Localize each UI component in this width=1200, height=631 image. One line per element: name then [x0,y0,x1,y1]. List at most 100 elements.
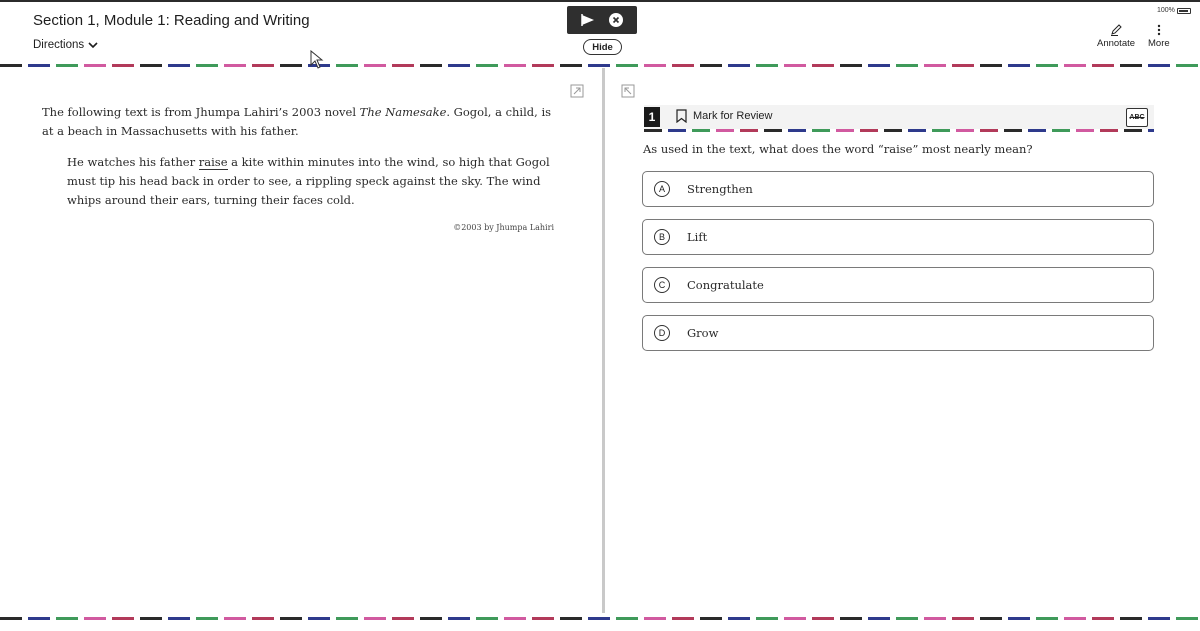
dash-segment [1064,64,1086,67]
dash-segment [868,64,890,67]
choice-a[interactable]: A Strengthen [642,171,1154,207]
dash-segment [420,617,442,620]
dash-segment [84,64,106,67]
dash-segment [980,617,1002,620]
dash-segment [28,64,50,67]
chevron-down-icon [88,42,98,49]
header-divider [0,64,1198,67]
expand-left-pane-icon[interactable] [570,84,584,98]
flag-icon[interactable] [581,14,595,26]
dash-segment [588,64,610,67]
dash-segment [168,617,190,620]
dash-segment [588,617,610,620]
dash-segment [812,64,834,67]
dash-segment [84,617,106,620]
dash-segment [764,129,782,132]
dash-segment [392,64,414,67]
dash-segment [504,64,526,67]
dash-segment [980,129,998,132]
dash-segment [1148,64,1170,67]
dash-segment [336,617,358,620]
dash-segment [560,64,582,67]
choice-d[interactable]: D Grow [642,315,1154,351]
passage-quote: He watches his father raise a kite withi… [67,155,550,207]
dash-segment [532,64,554,67]
dash-segment [980,64,1002,67]
passage-intro: The following text is from Jhumpa Lahiri… [42,105,552,138]
annotate-button[interactable]: Annotate [1097,22,1135,49]
more-button[interactable]: More [1148,22,1170,49]
dash-segment [1148,617,1170,620]
dash-segment [308,617,330,620]
dash-segment [196,617,218,620]
hide-timer-button[interactable]: Hide [583,39,622,55]
dash-segment [644,64,666,67]
dash-segment [1120,617,1142,620]
novel-title: The Namesake [359,105,447,119]
dash-segment [812,617,834,620]
choice-text: Grow [687,326,719,340]
dash-segment [644,617,666,620]
choice-c[interactable]: C Congratulate [642,267,1154,303]
question-prompt: As used in the text, what does the word … [643,142,1033,156]
dash-segment [1036,617,1058,620]
answer-eliminator-button[interactable]: ABC [1126,108,1148,127]
dash-segment [196,64,218,67]
dash-segment [420,64,442,67]
dash-segment [1052,129,1070,132]
dash-segment [56,617,78,620]
dash-segment [932,129,950,132]
pane-divider[interactable] [602,68,605,613]
dash-segment [1100,129,1118,132]
dash-segment [1076,129,1094,132]
keyword-raise: raise [198,155,228,170]
dash-segment [1148,129,1154,132]
dash-segment [728,617,750,620]
dash-segment [280,617,302,620]
passage: The following text is from Jhumpa Lahiri… [42,103,562,237]
section-title: Section 1, Module 1: Reading and Writing [33,12,310,29]
dash-segment [784,64,806,67]
battery-icon [1176,7,1191,14]
dash-segment [364,617,386,620]
dash-segment [840,617,862,620]
choice-letter: A [654,181,670,197]
dash-segment [672,617,694,620]
dash-segment [112,617,134,620]
dash-segment [1176,617,1198,620]
question-header: 1 Mark for Review ABC [644,105,1154,129]
dash-segment [616,617,638,620]
dash-segment [0,64,22,67]
bookmark-icon [676,109,687,123]
dash-segment [924,64,946,67]
dash-segment [56,64,78,67]
choice-b[interactable]: B Lift [642,219,1154,255]
dash-segment [756,64,778,67]
more-label: More [1148,38,1170,49]
dash-segment [860,129,878,132]
dash-segment [740,129,758,132]
dash-segment [784,617,806,620]
dash-segment [1176,64,1198,67]
dash-segment [1124,129,1142,132]
dash-segment [1092,617,1114,620]
dash-segment [1004,129,1022,132]
mark-for-review-button[interactable]: Mark for Review [676,109,772,123]
dash-segment [252,64,274,67]
expand-right-pane-icon[interactable] [621,84,635,98]
dash-segment [700,617,722,620]
directions-toggle[interactable]: Directions [33,39,98,51]
dash-segment [924,617,946,620]
dash-segment [448,64,470,67]
dash-segment [112,64,134,67]
dash-segment [1008,64,1030,67]
dash-segment [504,617,526,620]
dash-segment [952,64,974,67]
mouse-cursor-icon [310,50,324,69]
dash-segment [908,129,926,132]
close-icon[interactable] [609,13,623,27]
dash-segment [700,64,722,67]
dash-segment [224,617,246,620]
dash-segment [728,64,750,67]
dash-segment [896,64,918,67]
